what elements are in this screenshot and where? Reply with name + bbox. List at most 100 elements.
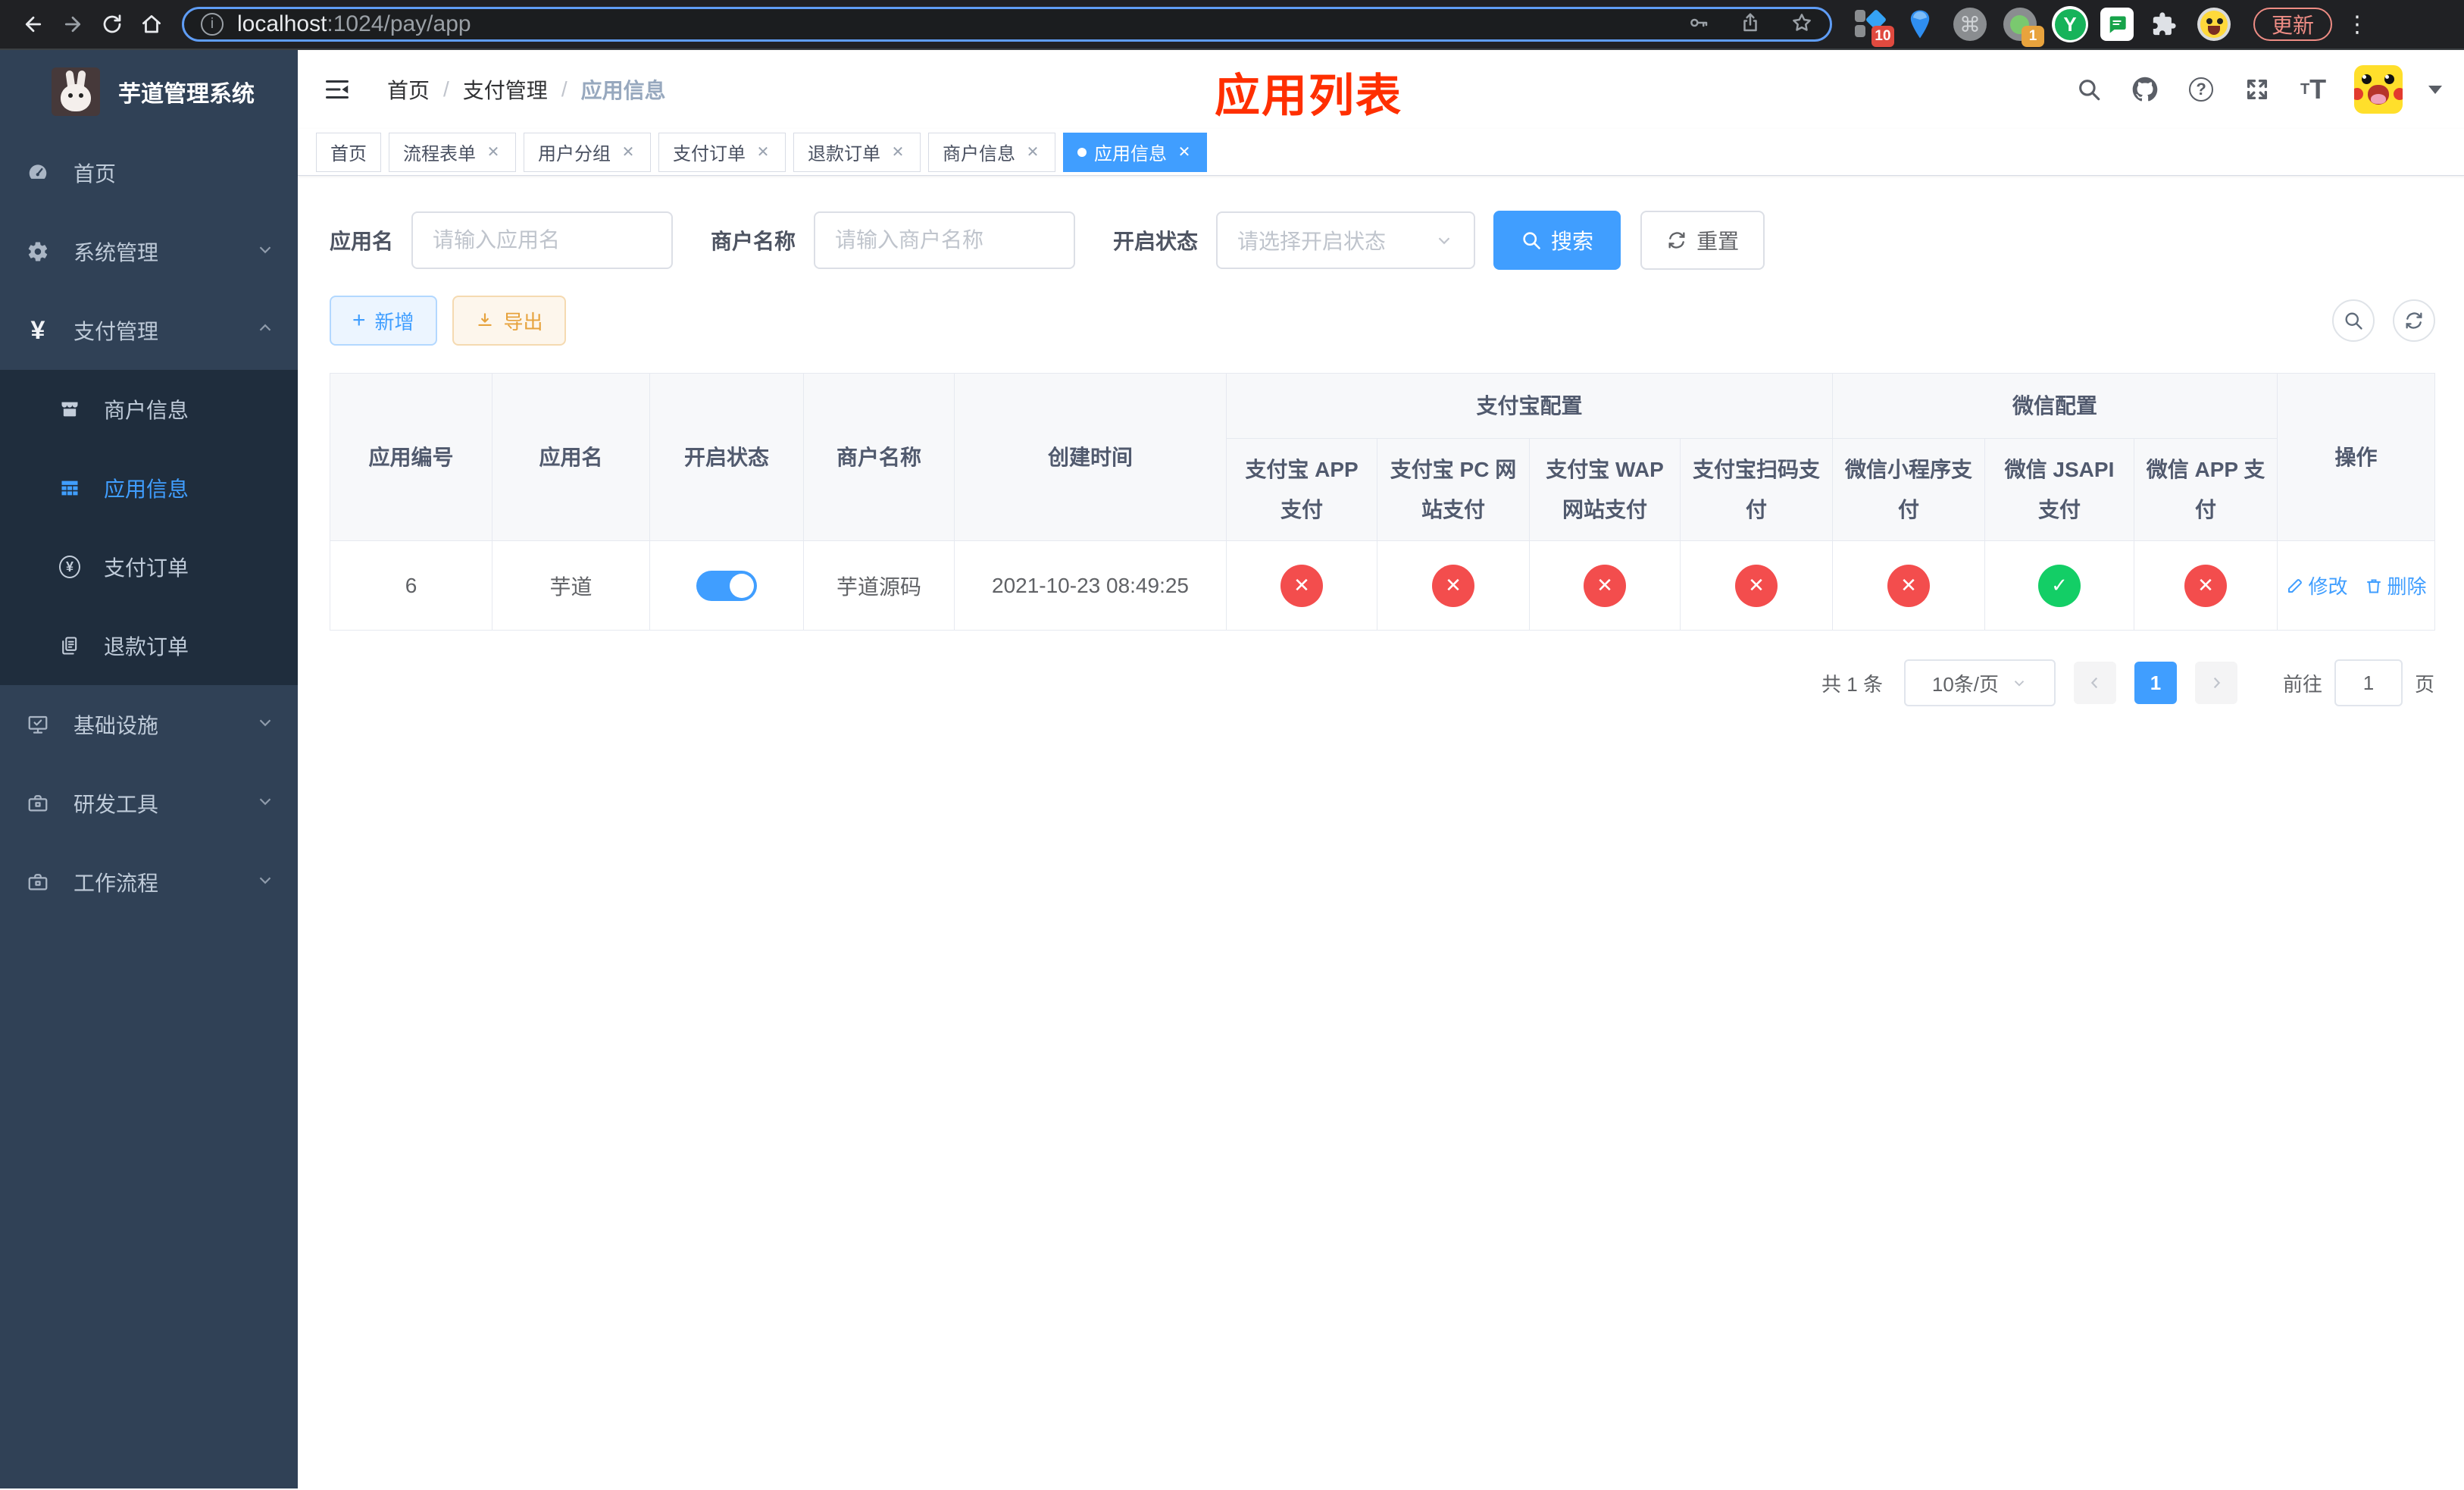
search-icon [2345,312,2362,330]
dashboard-icon [27,161,49,184]
url-bar[interactable]: i localhost:1024/pay/app [182,7,1832,42]
breadcrumb-payment[interactable]: 支付管理 [463,74,548,105]
tab-process-form[interactable]: 流程表单 ✕ [389,132,516,172]
tab-home[interactable]: 首页 [316,132,381,172]
wx-jsapi-status-icon: ✓ [2038,564,2081,607]
tab-close-icon[interactable]: ✕ [1024,144,1041,161]
col-header-alipay-pc: 支付宝 PC 网站支付 [1377,437,1530,542]
browser-chrome: i localhost:1024/pay/app 10 ⌘ 1 Y 更新 ⋮ [0,0,2464,50]
next-page-button[interactable] [2194,662,2237,705]
add-button[interactable]: + 新增 [330,296,437,346]
tab-close-icon[interactable]: ✕ [485,144,502,161]
tab-app-info[interactable]: 应用信息 ✕ [1063,132,1207,172]
col-header-id: 应用编号 [330,372,492,542]
avatar-caret-icon[interactable] [2428,85,2443,94]
extension-chat-icon[interactable] [2100,8,2134,41]
extension-recorder-icon[interactable]: 1 [2000,5,2044,47]
goto-page-input[interactable] [2334,659,2403,707]
github-icon[interactable] [2130,74,2160,105]
edit-icon [2287,578,2302,593]
browser-update-button[interactable]: 更新 [2253,8,2333,41]
sidebar-item-workflow[interactable]: 工作流程 [0,843,298,922]
share-icon[interactable] [1739,11,1762,38]
sidebar-item-payment[interactable]: ¥ 支付管理 [0,291,298,370]
sidebar-item-system[interactable]: 系统管理 [0,212,298,291]
col-header-wx-app: 微信 APP 支付 [2134,437,2278,542]
sidebar-item-pay-orders[interactable]: ¥ 支付订单 [0,527,298,606]
app-name-input[interactable] [411,211,674,269]
tab-user-group[interactable]: 用户分组 ✕ [524,132,651,172]
help-icon[interactable]: ? [2186,74,2216,105]
extension-command-icon[interactable]: ⌘ [1950,5,1990,44]
refresh-icon [2406,312,2422,329]
chevron-up-icon [255,318,275,343]
status-select[interactable]: 请选择开启状态 [1216,211,1476,269]
chevron-down-icon [1438,237,1450,245]
tab-refund-orders[interactable]: 退款订单 ✕ [793,132,921,172]
sidebar: 芋道管理系统 首页 系统管理 ¥ 支付管理 商户信息 应用信息 ¥ 支付订单 退… [0,50,298,1488]
browser-reload-button[interactable] [92,5,132,44]
content: 应用名 商户名称 开启状态 请选择开启状态 [298,176,2464,1488]
extension-y-icon[interactable]: Y [2050,5,2090,44]
chevron-right-icon [2213,678,2221,689]
refresh-table-button[interactable] [2393,299,2436,342]
export-button[interactable]: 导出 [452,296,566,346]
search-button[interactable]: 搜索 [1493,211,1621,270]
sidebar-item-merchant-info[interactable]: 商户信息 [0,370,298,449]
app-name-label: 应用名 [330,230,394,253]
navbar-actions: ? TT [2074,65,2443,114]
delete-button[interactable]: 删除 [2365,571,2427,599]
app-title: 芋道管理系统 [118,82,255,107]
sidebar-item-refund-orders[interactable]: 退款订单 [0,606,298,685]
cell-merchant: 芋道源码 [803,540,955,631]
tab-pay-orders[interactable]: 支付订单 ✕ [658,132,786,172]
extensions-puzzle-icon[interactable] [2144,5,2184,44]
extension-pin-icon[interactable] [1900,5,1940,44]
logo-image [52,67,100,116]
merchant-name-input[interactable] [814,211,1076,269]
sidebar-item-home[interactable]: 首页 [0,133,298,212]
tab-close-icon[interactable]: ✕ [1176,144,1193,161]
col-header-alipay-qr: 支付宝扫码支付 [1679,437,1834,542]
document-icon [59,635,80,656]
sidebar-collapse-icon[interactable] [316,68,358,111]
tab-close-icon[interactable]: ✕ [890,144,906,161]
sidebar-logo[interactable]: 芋道管理系统 [0,50,298,133]
extension-tiles-icon[interactable]: 10 [1850,5,1894,47]
prev-page-button[interactable] [2073,662,2116,705]
bookmark-star-icon[interactable] [1790,11,1813,38]
page-size-select[interactable]: 10条/页 [1903,659,2056,707]
browser-menu-icon[interactable]: ⋮ [2346,11,2369,38]
breadcrumb-home[interactable]: 首页 [387,74,430,105]
browser-profile-avatar[interactable] [2194,5,2234,44]
sidebar-item-dev-tools[interactable]: 研发工具 [0,764,298,843]
row-status-toggle[interactable] [696,570,757,601]
browser-forward-button[interactable] [53,5,92,44]
sidebar-item-infra[interactable]: 基础设施 [0,685,298,764]
alipay-wap-status-icon: ✕ [1584,564,1626,607]
edit-button[interactable]: 修改 [2286,571,2348,599]
trash-icon [2366,579,2381,593]
tab-close-icon[interactable]: ✕ [755,144,771,161]
font-size-icon[interactable]: TT [2298,74,2328,105]
tab-close-icon[interactable]: ✕ [620,144,636,161]
header-search-icon[interactable] [2074,74,2104,105]
pagination: 共 1 条 10条/页 1 前往 页 [330,659,2434,707]
tab-merchant-info[interactable]: 商户信息 ✕ [928,132,1055,172]
browser-home-button[interactable] [132,5,171,44]
fullscreen-icon[interactable] [2242,74,2272,105]
reset-button[interactable]: 重置 [1640,211,1765,270]
yen-circle-icon: ¥ [59,556,80,578]
col-header-created: 创建时间 [954,372,1227,542]
browser-back-button[interactable] [14,5,53,44]
toggle-search-button[interactable] [2332,299,2375,342]
chevron-down-icon [255,712,275,737]
site-info-icon[interactable]: i [201,13,224,36]
page-number-current[interactable]: 1 [2134,662,2177,705]
password-key-icon[interactable] [1687,11,1710,38]
chevron-down-icon [255,870,275,895]
alipay-app-status-icon: ✕ [1280,564,1323,607]
sidebar-item-app-info[interactable]: 应用信息 [0,449,298,527]
user-avatar[interactable] [2354,65,2403,114]
chevron-left-icon [2090,678,2098,689]
